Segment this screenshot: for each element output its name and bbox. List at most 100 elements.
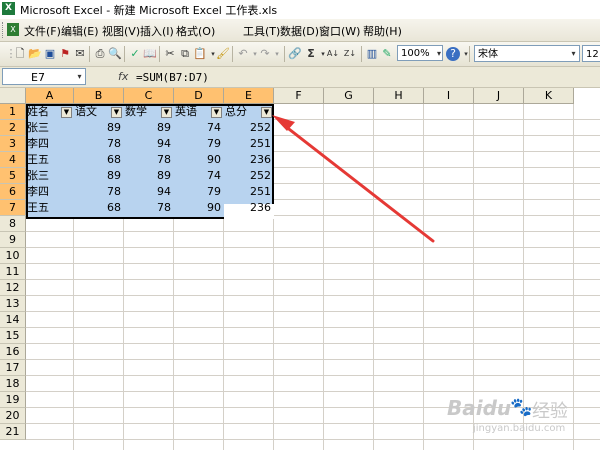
row-header-16[interactable]: 16 (0, 344, 26, 360)
data-cell[interactable]: 张三 (27, 120, 73, 136)
data-cell[interactable]: 79 (174, 136, 221, 152)
menu-file[interactable]: 文件(F) (24, 23, 61, 39)
sort-ascending-icon[interactable]: A↓ (326, 47, 340, 61)
row-header-11[interactable]: 11 (0, 264, 26, 280)
cut-icon[interactable]: ✂ (163, 47, 177, 61)
header-cell[interactable]: 语文 (75, 104, 111, 120)
row-header-9[interactable]: 9 (0, 232, 26, 248)
autofilter-dropdown-icon[interactable]: ▼ (111, 107, 122, 118)
column-header-c[interactable]: C (124, 88, 174, 104)
column-header-h[interactable]: H (374, 88, 424, 104)
menu-tools[interactable]: 工具(T) (243, 23, 280, 39)
data-cell[interactable]: 90 (174, 200, 221, 216)
data-cell[interactable]: 78 (124, 200, 171, 216)
copy-icon[interactable]: ⧉ (178, 47, 192, 61)
row-header-21[interactable]: 21 (0, 424, 26, 440)
menu-help[interactable]: 帮助(H) (363, 23, 402, 39)
research-icon[interactable]: 📖 (143, 47, 157, 61)
name-box-dropdown-icon[interactable]: ▾ (74, 69, 85, 84)
hyperlink-icon[interactable]: 🔗 (288, 47, 302, 61)
data-cell[interactable]: 78 (124, 152, 171, 168)
formula-input[interactable]: =SUM(B7:D7) (134, 69, 600, 86)
column-header-b[interactable]: B (74, 88, 124, 104)
menu-view[interactable]: 视图(V) (102, 23, 140, 39)
autofilter-dropdown-icon[interactable]: ▼ (61, 107, 72, 118)
row-header-20[interactable]: 20 (0, 408, 26, 424)
chart-wizard-icon[interactable]: ▥ (365, 47, 379, 61)
spelling-icon[interactable]: ✓ (128, 47, 142, 61)
sort-descending-icon[interactable]: Z↓ (343, 47, 357, 61)
data-cell[interactable]: 251 (224, 136, 271, 152)
data-cell[interactable]: 89 (74, 168, 121, 184)
row-header-8[interactable]: 8 (0, 216, 26, 232)
email-icon[interactable]: ✉ (73, 47, 87, 61)
row-header-2[interactable]: 2 (0, 120, 26, 136)
menu-edit[interactable]: 编辑(E) (61, 23, 99, 39)
help-icon[interactable]: ? (446, 47, 460, 61)
column-header-i[interactable]: I (424, 88, 474, 104)
data-cell[interactable]: 251 (224, 184, 271, 200)
data-cell[interactable]: 79 (174, 184, 221, 200)
data-cell[interactable]: 74 (174, 120, 221, 136)
data-cell[interactable]: 89 (74, 120, 121, 136)
row-header-13[interactable]: 13 (0, 296, 26, 312)
data-cell[interactable]: 68 (74, 152, 121, 168)
new-icon[interactable]: 🗋 (13, 47, 27, 61)
menu-window[interactable]: 窗口(W) (319, 23, 360, 39)
drawing-icon[interactable]: ✎ (380, 47, 394, 61)
row-header-17[interactable]: 17 (0, 360, 26, 376)
font-dropdown-icon[interactable]: ▾ (568, 46, 579, 61)
row-header-12[interactable]: 12 (0, 280, 26, 296)
select-all-corner[interactable] (0, 88, 26, 104)
toolbar-options-icon[interactable]: ▾ (459, 47, 473, 61)
data-cell[interactable]: 89 (124, 168, 171, 184)
data-cell[interactable]: 78 (74, 136, 121, 152)
data-cell[interactable]: 252 (224, 168, 271, 184)
row-header-5[interactable]: 5 (0, 168, 26, 184)
zoom-dropdown-icon[interactable]: ▾ (434, 46, 444, 61)
data-cell[interactable]: 89 (124, 120, 171, 136)
row-header-4[interactable]: 4 (0, 152, 26, 168)
data-cell[interactable]: 236 (224, 152, 271, 168)
row-header-1[interactable]: 1 (0, 104, 26, 120)
header-cell[interactable]: 姓名 (27, 104, 61, 120)
paste-icon[interactable]: 📋 (193, 47, 207, 61)
column-header-e[interactable]: E (224, 88, 274, 104)
menu-data[interactable]: 数据(D) (280, 23, 319, 39)
row-header-3[interactable]: 3 (0, 136, 26, 152)
data-cell[interactable]: 李四 (27, 184, 73, 200)
font-name-select[interactable]: 宋体 (474, 45, 580, 62)
autofilter-dropdown-icon[interactable]: ▼ (261, 107, 272, 118)
data-cell[interactable]: 90 (174, 152, 221, 168)
column-header-g[interactable]: G (324, 88, 374, 104)
row-header-18[interactable]: 18 (0, 376, 26, 392)
column-header-k[interactable]: K (524, 88, 574, 104)
data-cell[interactable]: 王五 (27, 200, 73, 216)
data-cell[interactable]: 78 (74, 184, 121, 200)
header-cell[interactable]: 总分 (225, 104, 261, 120)
open-icon[interactable]: 📂 (28, 47, 42, 61)
row-header-14[interactable]: 14 (0, 312, 26, 328)
column-header-f[interactable]: F (274, 88, 324, 104)
save-icon[interactable]: ▣ (43, 47, 57, 61)
column-header-j[interactable]: J (474, 88, 524, 104)
menu-insert[interactable]: 插入(I) (140, 23, 174, 39)
autofilter-dropdown-icon[interactable]: ▼ (211, 107, 222, 118)
data-cell[interactable]: 94 (124, 136, 171, 152)
data-cell[interactable]: 王五 (27, 152, 73, 168)
column-header-a[interactable]: A (26, 88, 74, 104)
autofilter-dropdown-icon[interactable]: ▼ (161, 107, 172, 118)
format-painter-icon[interactable]: 🖌 (216, 47, 230, 61)
row-header-10[interactable]: 10 (0, 248, 26, 264)
row-header-15[interactable]: 15 (0, 328, 26, 344)
row-header-6[interactable]: 6 (0, 184, 26, 200)
row-header-19[interactable]: 19 (0, 392, 26, 408)
print-preview-icon[interactable]: 🔍 (108, 47, 122, 61)
menu-format[interactable]: 格式(O) (176, 23, 215, 39)
column-header-d[interactable]: D (174, 88, 224, 104)
data-cell[interactable]: 252 (224, 120, 271, 136)
data-cell[interactable]: 张三 (27, 168, 73, 184)
workbook-icon[interactable]: X (7, 23, 19, 36)
font-size-select[interactable]: 12 (582, 45, 600, 62)
print-icon[interactable]: ⎙ (93, 47, 107, 61)
